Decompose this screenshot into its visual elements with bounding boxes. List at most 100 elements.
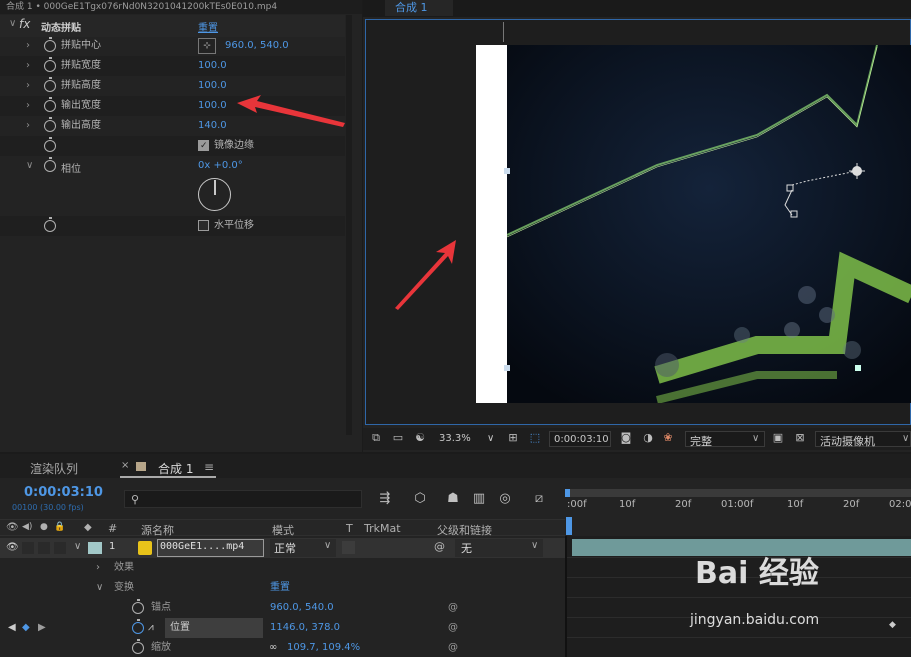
collapse-arrow-icon[interactable]: ∨ bbox=[74, 541, 81, 552]
col-trkmat[interactable]: TrkMat bbox=[364, 522, 401, 535]
solo-toggle[interactable] bbox=[38, 542, 50, 554]
stopwatch-icon[interactable] bbox=[44, 77, 56, 92]
expand-arrow-icon[interactable]: › bbox=[26, 76, 30, 96]
prev-keyframe-icon[interactable]: ◀ bbox=[8, 618, 16, 638]
transform-group-row[interactable]: ∨ 变换 重置 bbox=[0, 578, 565, 598]
chevron-down-icon[interactable]: ∨ bbox=[487, 433, 494, 444]
camera-icon[interactable]: ◙ bbox=[619, 432, 633, 444]
prop-row-phase[interactable]: ∨ 相位 0x +0.0° bbox=[0, 156, 345, 216]
expression-icon[interactable]: @ bbox=[448, 618, 458, 638]
collapse-arrow-icon[interactable]: ∨ bbox=[96, 578, 103, 598]
expand-arrow-icon[interactable]: › bbox=[26, 56, 30, 76]
col-mode[interactable]: 模式 bbox=[272, 522, 294, 538]
link-icon[interactable]: ∞ bbox=[269, 638, 277, 657]
reset-link[interactable]: 重置 bbox=[198, 19, 218, 34]
expand-arrow-icon[interactable]: ∨ bbox=[26, 160, 33, 171]
snapshot-icon[interactable]: ◑ bbox=[641, 432, 655, 444]
work-area-bar[interactable] bbox=[565, 489, 911, 497]
layer-name-field[interactable]: 000GeE1....mp4 bbox=[157, 539, 264, 557]
stopwatch-icon[interactable] bbox=[44, 117, 56, 132]
prop-value[interactable]: 100.0 bbox=[198, 56, 227, 76]
region-icon[interactable]: ⬚ bbox=[528, 432, 542, 444]
timecode-field[interactable]: 0:00:03:10 bbox=[549, 431, 611, 447]
crosshair-icon[interactable]: ⊹ bbox=[198, 38, 216, 54]
menu-icon[interactable]: ≡ bbox=[204, 460, 214, 474]
motion-blur-icon[interactable]: ◎ bbox=[496, 491, 514, 507]
keyframe-icon[interactable]: ◆ bbox=[889, 620, 896, 630]
stopwatch-icon[interactable] bbox=[44, 97, 56, 112]
expand-arrow-icon[interactable]: › bbox=[26, 96, 30, 116]
mask-icon[interactable]: ☯ bbox=[413, 432, 427, 444]
shy-icon[interactable]: ☗ bbox=[444, 491, 462, 507]
viewer-frame[interactable] bbox=[365, 19, 911, 425]
stopwatch-icon[interactable] bbox=[132, 639, 144, 654]
expand-arrow-icon[interactable]: › bbox=[96, 558, 100, 578]
always-preview-icon[interactable]: ⧉ bbox=[369, 432, 383, 444]
expression-icon[interactable]: @ bbox=[448, 598, 458, 618]
pickwhip-icon[interactable]: @ bbox=[434, 540, 445, 553]
layer-handle[interactable] bbox=[504, 168, 510, 174]
lock-toggle[interactable] bbox=[54, 542, 66, 554]
prop-row-tile-width[interactable]: › 拼贴宽度 100.0 bbox=[0, 56, 345, 76]
prop-value[interactable]: 100.0 bbox=[198, 96, 227, 116]
prop-value[interactable]: 960.0, 540.0 bbox=[225, 36, 289, 56]
effects-group-row[interactable]: › 效果 bbox=[0, 558, 565, 578]
prop-label-highlight[interactable]: 位置 bbox=[165, 618, 263, 638]
prop-row-mirror-edges[interactable]: 镜像边缘 bbox=[0, 136, 345, 156]
stopwatch-icon[interactable] bbox=[44, 57, 56, 72]
stopwatch-icon[interactable] bbox=[44, 217, 56, 232]
audio-icon[interactable]: ◀) bbox=[22, 522, 32, 532]
scrollbar[interactable] bbox=[346, 15, 352, 435]
eye-icon[interactable]: 👁 bbox=[6, 542, 19, 553]
solo-icon[interactable]: ● bbox=[40, 522, 48, 532]
current-time[interactable]: 0:00:03:10 bbox=[24, 485, 103, 500]
expand-arrow-icon[interactable]: › bbox=[26, 36, 30, 56]
stopwatch-icon[interactable] bbox=[132, 599, 144, 614]
layer-row[interactable]: 👁 ∨ 1 000GeE1....mp4 正常 ∨ @ 无 ∨ bbox=[0, 538, 565, 558]
time-ruler[interactable]: :00f 10f 20f 01:00f 10f 20f 02:0 bbox=[565, 489, 911, 535]
prop-row-horizontal-shift[interactable]: 水平位移 bbox=[0, 216, 345, 236]
phase-dial[interactable] bbox=[198, 178, 231, 211]
next-keyframe-icon[interactable]: ▶ bbox=[38, 618, 46, 638]
playhead[interactable] bbox=[566, 517, 572, 535]
tab-render-queue[interactable]: 渲染队列 bbox=[30, 460, 78, 477]
trkmat-toggle[interactable] bbox=[342, 541, 355, 554]
prop-value[interactable]: 109.7, 109.4% bbox=[287, 638, 360, 657]
graph-icon[interactable]: ⩘ bbox=[148, 618, 154, 638]
frame-blend-icon[interactable]: ▥ bbox=[470, 491, 488, 507]
collapse-arrow-icon[interactable]: ∨ bbox=[9, 18, 16, 29]
expand-arrow-icon[interactable]: › bbox=[26, 116, 30, 136]
lock-icon[interactable]: 🔒 bbox=[54, 522, 65, 532]
prop-row-anchor[interactable]: 锚点 960.0, 540.0 @ bbox=[0, 598, 565, 618]
mirror-edges-checkbox[interactable] bbox=[198, 136, 209, 156]
eye-icon[interactable]: 👁 bbox=[6, 522, 19, 533]
draft-3d-icon[interactable]: ⬡ bbox=[411, 491, 429, 507]
graph-editor-icon[interactable]: ⧄ bbox=[530, 491, 548, 507]
keyframe-icon[interactable]: ◆ bbox=[22, 618, 30, 638]
comp-flowchart-icon[interactable]: ⇶ bbox=[376, 491, 394, 507]
stopwatch-icon[interactable] bbox=[44, 37, 56, 52]
label-color[interactable] bbox=[88, 542, 102, 554]
color-channel-icon[interactable]: ❀ bbox=[661, 432, 675, 444]
roi-icon[interactable]: ▣ bbox=[771, 432, 785, 444]
prop-value[interactable]: 100.0 bbox=[198, 76, 227, 96]
stopwatch-icon[interactable] bbox=[44, 137, 56, 152]
prop-row-tile-height[interactable]: › 拼贴高度 100.0 bbox=[0, 76, 345, 96]
prop-value[interactable]: 1146.0, 378.0 bbox=[270, 618, 340, 638]
composition-canvas[interactable] bbox=[476, 45, 911, 403]
prop-row-tile-center[interactable]: › 拼贴中心 ⊹ 960.0, 540.0 bbox=[0, 36, 345, 56]
tab-composition[interactable]: 合成 1 bbox=[158, 460, 193, 477]
tab-composition[interactable]: 合成 1 bbox=[385, 0, 453, 16]
parent-select[interactable]: 无 ∨ bbox=[455, 539, 543, 557]
resolution-select[interactable]: 完整 ∨ bbox=[685, 431, 765, 448]
stopwatch-icon[interactable] bbox=[44, 157, 56, 172]
prop-row-position[interactable]: ◀ ◆ ▶ ⩘ 位置 1146.0, 378.0 @ bbox=[0, 618, 565, 638]
col-parent[interactable]: 父级和链接 bbox=[437, 522, 492, 538]
search-input[interactable]: ⚲ bbox=[124, 490, 362, 508]
close-icon[interactable]: × bbox=[121, 460, 129, 471]
mode-select[interactable]: 正常 ∨ bbox=[270, 539, 336, 557]
reset-link[interactable]: 重置 bbox=[270, 578, 290, 598]
label-icon[interactable]: ◆ bbox=[84, 522, 92, 533]
grid-icon[interactable]: ⊞ bbox=[506, 432, 520, 444]
expression-icon[interactable]: @ bbox=[448, 638, 458, 657]
